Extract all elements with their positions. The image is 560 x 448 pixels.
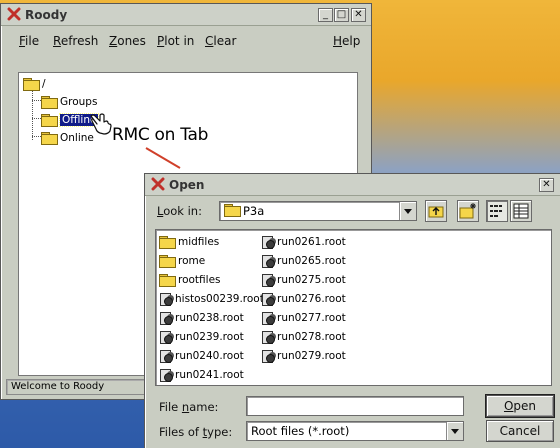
status-text: Welcome to Roody: [11, 381, 105, 392]
dialog-title: Open: [169, 178, 205, 192]
file-item[interactable]: run0239.root: [159, 329, 244, 345]
file-name: run0275.root: [277, 274, 346, 286]
details-view-button[interactable]: [510, 200, 532, 222]
file-item[interactable]: run0265.root: [261, 253, 346, 269]
tree-item-groups[interactable]: Groups: [41, 94, 97, 110]
root-file-icon: [261, 235, 275, 249]
dialog-close-button[interactable]: ✕: [539, 178, 554, 192]
root-file-icon: [159, 368, 173, 382]
look-in-label: Look in:: [157, 204, 202, 218]
files-of-type-value: Root files (*.root): [251, 424, 350, 438]
file-name: run0239.root: [175, 331, 244, 343]
file-item[interactable]: run0275.root: [261, 272, 346, 288]
folder-icon: [224, 204, 241, 217]
menu-file[interactable]: File: [19, 34, 39, 48]
file-name: histos00239.root: [175, 293, 264, 305]
tree-root[interactable]: /: [23, 76, 46, 92]
menu-zones[interactable]: Zones: [109, 34, 146, 48]
cancel-button[interactable]: Cancel: [486, 420, 554, 442]
folder-icon: [159, 274, 176, 287]
file-item[interactable]: run0278.root: [261, 329, 346, 345]
file-name: run0279.root: [277, 350, 346, 362]
file-name: run0265.root: [277, 255, 346, 267]
root-file-icon: [261, 330, 275, 344]
folder-icon: [41, 96, 58, 109]
new-folder-icon: [459, 203, 476, 219]
root-file-icon: [261, 311, 275, 325]
tree-line: [32, 118, 41, 119]
root-file-icon: [261, 254, 275, 268]
tree-line: [32, 136, 41, 137]
file-item[interactable]: run0241.root: [159, 367, 244, 383]
root-file-icon: [159, 311, 173, 325]
open-button[interactable]: Open: [485, 394, 555, 418]
file-name: rootfiles: [178, 274, 221, 286]
file-name: rome: [178, 255, 206, 267]
app-x-icon: [151, 177, 165, 191]
details-view-icon: [513, 203, 529, 219]
annotation-text: RMC on Tab: [112, 125, 209, 145]
folder-up-icon: [428, 206, 444, 218]
folder-icon: [41, 114, 58, 127]
root-file-icon: [159, 292, 173, 306]
file-item[interactable]: run0279.root: [261, 348, 346, 364]
file-list[interactable]: midfiles rome rootfiles histos00239.root run…: [155, 229, 552, 386]
root-file-icon: [261, 349, 275, 363]
file-name: run0277.root: [277, 312, 346, 324]
list-view-icon: [490, 205, 502, 217]
menu-help[interactable]: Help: [333, 34, 360, 48]
menu-plot-in[interactable]: Plot in: [157, 34, 194, 48]
look-in-value: P3a: [243, 204, 265, 218]
chevron-down-icon[interactable]: [446, 422, 463, 440]
roody-titlebar[interactable]: Roody _ □ ✕: [1, 4, 371, 26]
minimize-button[interactable]: _: [318, 8, 333, 22]
menu-clear[interactable]: Clear: [205, 34, 236, 48]
menu-refresh[interactable]: Refresh: [53, 34, 98, 48]
app-x-icon: [7, 7, 21, 21]
folder-item[interactable]: rootfiles: [159, 272, 221, 288]
chevron-down-icon[interactable]: [399, 202, 416, 220]
root-file-icon: [159, 330, 173, 344]
file-item[interactable]: run0277.root: [261, 310, 346, 326]
root-file-icon: [261, 273, 275, 287]
file-name: run0276.root: [277, 293, 346, 305]
file-item[interactable]: run0238.root: [159, 310, 244, 326]
file-name-input[interactable]: [246, 396, 464, 416]
folder-item[interactable]: midfiles: [159, 234, 219, 250]
tree-line: [32, 89, 33, 140]
close-button[interactable]: ✕: [351, 8, 366, 22]
folder-icon: [159, 236, 176, 249]
folder-item[interactable]: rome: [159, 253, 205, 269]
files-of-type-label: Files of type:: [159, 425, 233, 439]
file-name: midfiles: [178, 236, 220, 248]
file-name: run0238.root: [175, 312, 244, 324]
maximize-button[interactable]: □: [334, 8, 349, 22]
new-folder-button[interactable]: [457, 200, 479, 222]
folder-icon: [23, 78, 40, 91]
file-name-label: File name:: [159, 400, 219, 414]
tree-line: [32, 100, 41, 101]
file-name: run0241.root: [175, 369, 244, 381]
folder-icon: [41, 132, 58, 145]
folder-icon: [159, 255, 176, 268]
tree-item-online[interactable]: Online: [41, 130, 94, 146]
list-view-button[interactable]: [486, 200, 508, 222]
open-dialog-titlebar[interactable]: Open ✕: [145, 174, 560, 196]
file-item[interactable]: histos00239.root: [159, 291, 264, 307]
file-name: run0278.root: [277, 331, 346, 343]
look-in-combo[interactable]: P3a: [219, 201, 417, 221]
root-file-icon: [261, 292, 275, 306]
root-file-icon: [159, 349, 173, 363]
file-item[interactable]: run0261.root: [261, 234, 346, 250]
file-item[interactable]: run0240.root: [159, 348, 244, 364]
parent-folder-button[interactable]: [425, 200, 447, 222]
file-name: run0240.root: [175, 350, 244, 362]
open-dialog: Open ✕ Look in: P3a midfiles rome rootfi…: [144, 173, 560, 448]
file-item[interactable]: run0276.root: [261, 291, 346, 307]
hand-pointer-icon: [90, 113, 112, 135]
file-name: run0261.root: [277, 236, 346, 248]
window-title: Roody: [25, 8, 68, 22]
files-of-type-combo[interactable]: Root files (*.root): [246, 421, 464, 441]
menubar: File Refresh Zones Plot in Clear Help: [5, 30, 367, 52]
